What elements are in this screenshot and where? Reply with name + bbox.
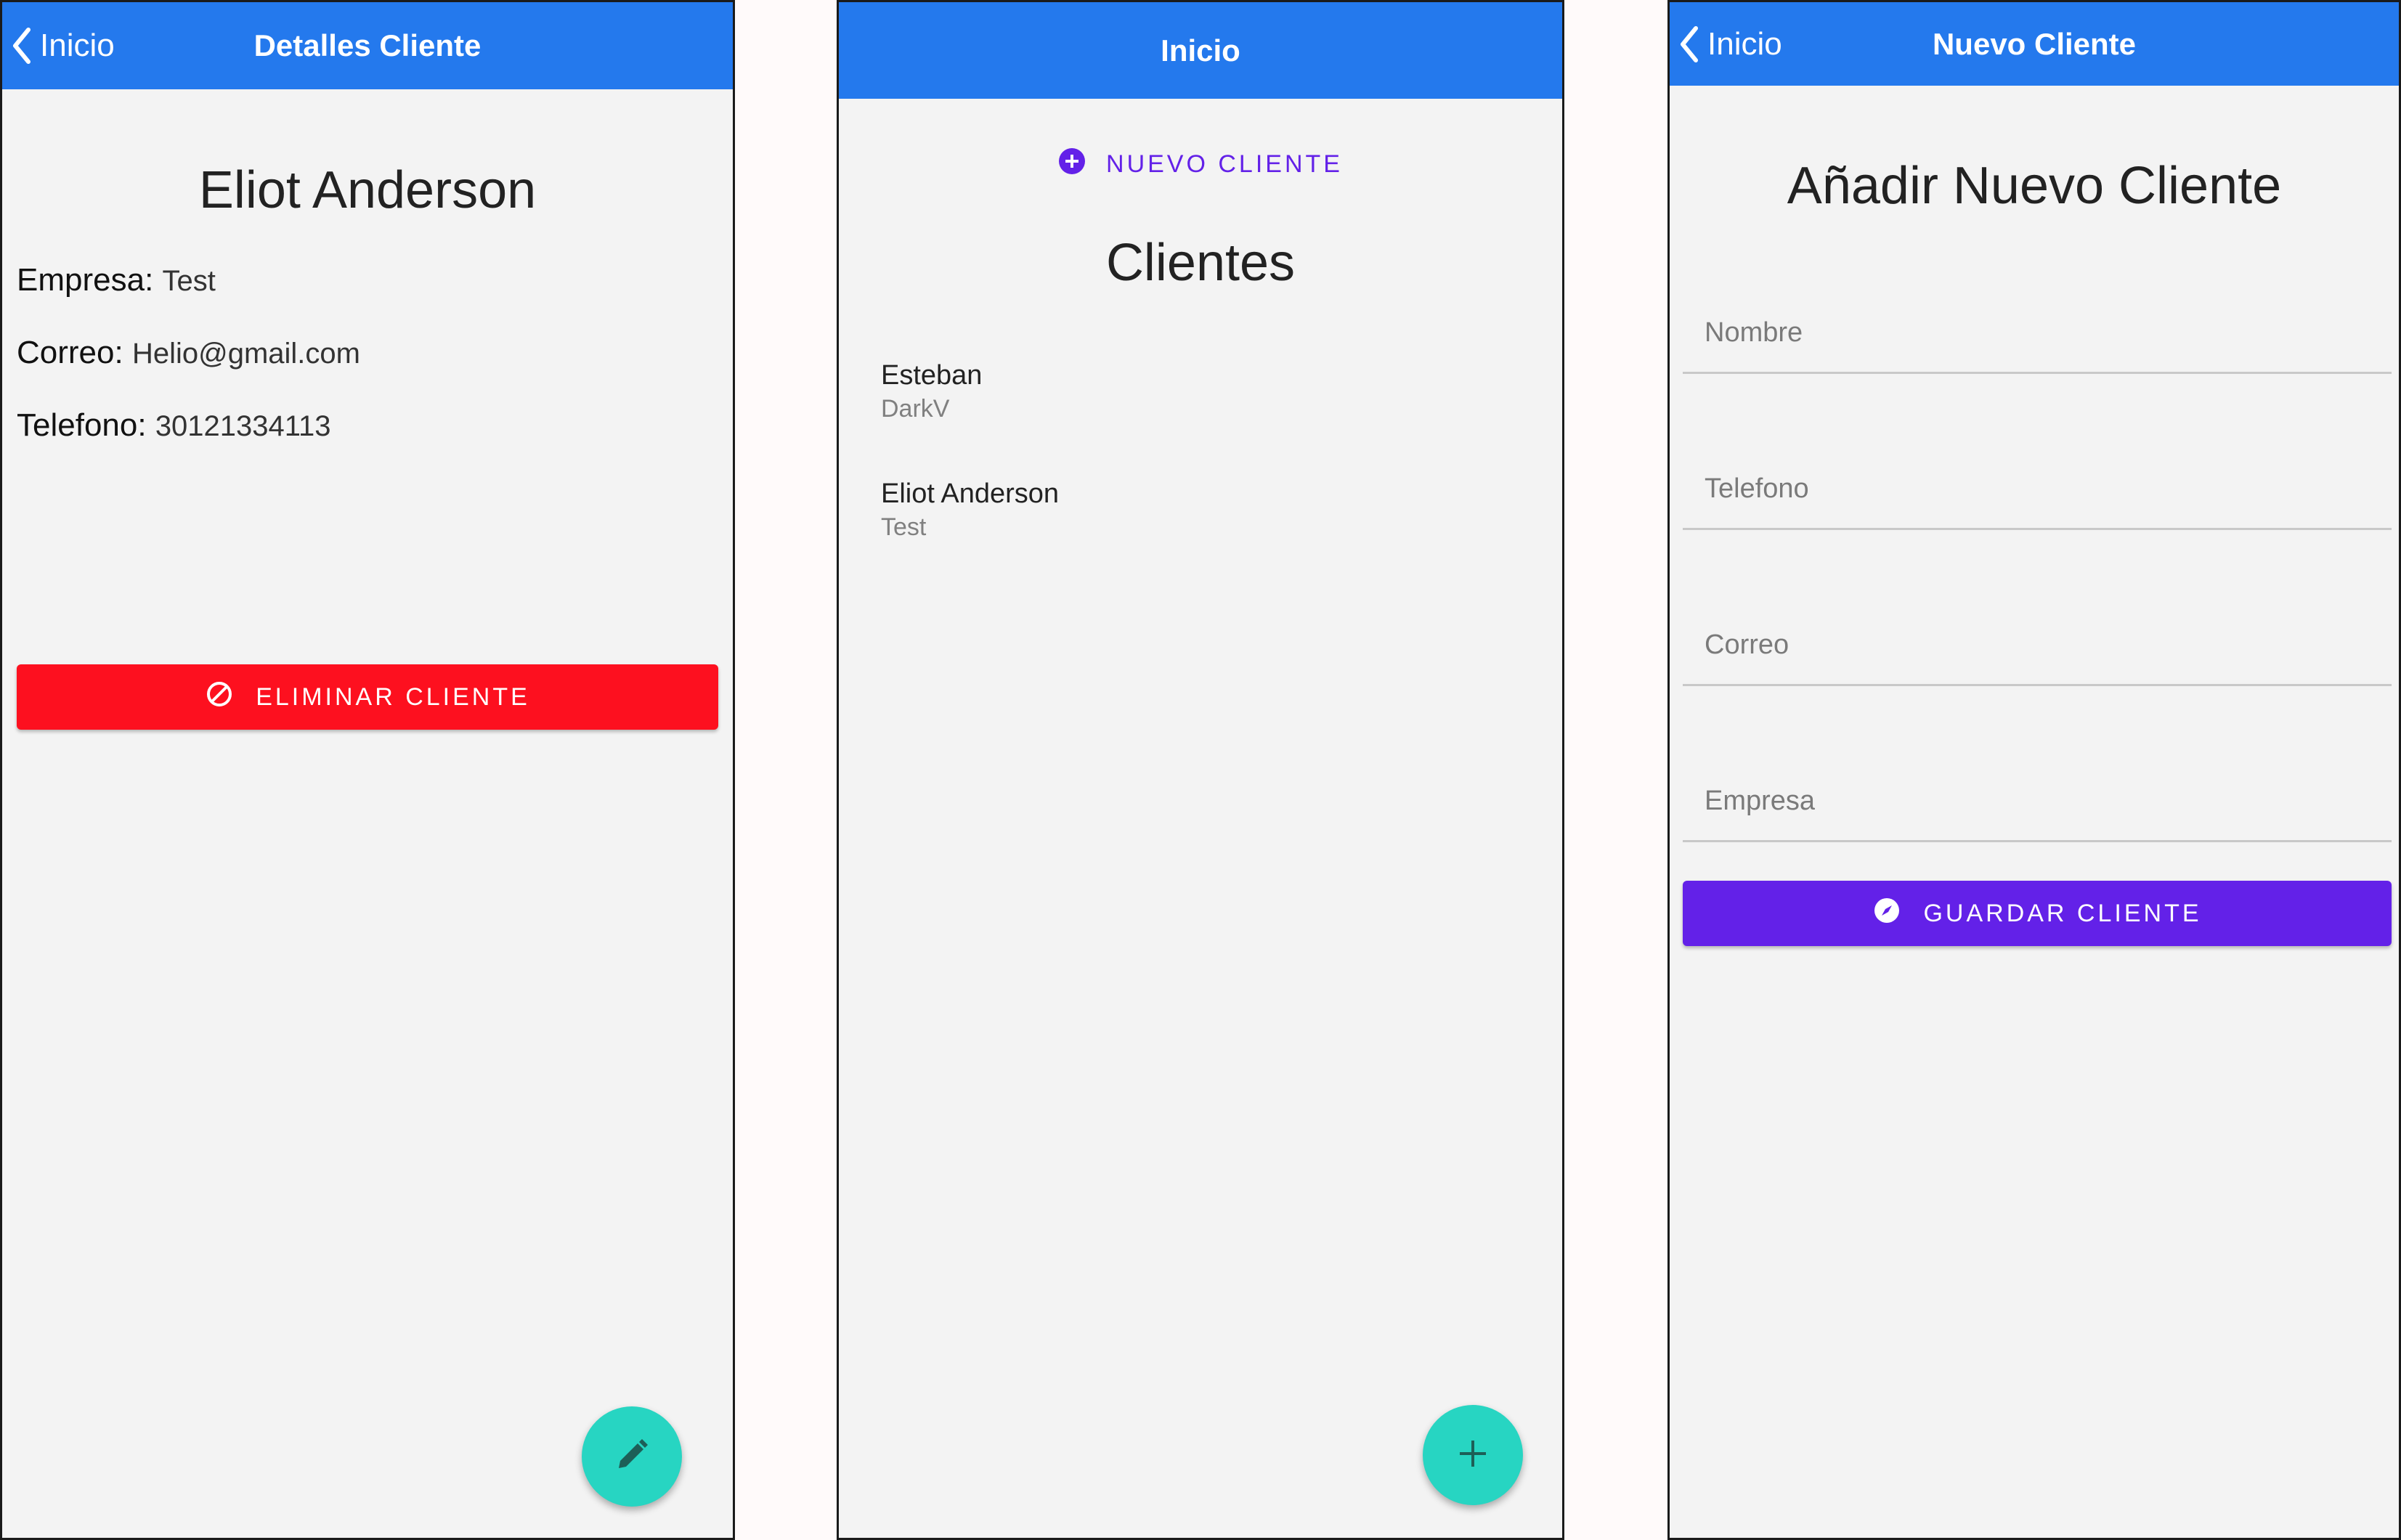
plus-circle-icon: [1058, 147, 1086, 182]
pencil-icon: [613, 1436, 651, 1478]
name-input[interactable]: [1705, 317, 2377, 349]
save-client-button[interactable]: GUARDAR CLIENTE: [1683, 881, 2392, 946]
client-name: Esteban: [881, 360, 983, 391]
back-button[interactable]: Inicio: [11, 2, 115, 89]
back-label: Inicio: [40, 28, 115, 63]
chevron-left-icon: [1678, 25, 1700, 63]
company-value: Test: [162, 265, 216, 297]
navbar: Inicio Detalles Cliente: [2, 2, 733, 89]
delete-client-button[interactable]: ELIMINAR CLIENTE: [17, 664, 718, 730]
home-screen: Inicio NUEVO CLIENTE Clientes Esteban Da…: [837, 0, 1564, 1540]
email-input[interactable]: [1705, 630, 2377, 661]
back-label: Inicio: [1707, 25, 1782, 62]
new-client-link[interactable]: NUEVO CLIENTE: [839, 147, 1562, 182]
detail-row-company: Empresa: Test: [17, 262, 216, 298]
page-title: Clientes: [1105, 234, 1296, 292]
phone-label: Telefono:: [17, 407, 147, 443]
edit-fab[interactable]: [582, 1406, 682, 1507]
company-input[interactable]: [1705, 786, 2377, 817]
save-client-label: GUARDAR CLIENTE: [1923, 899, 2202, 927]
compass-icon: [1872, 896, 1901, 932]
client-detail-screen: Inicio Detalles Cliente Eliot Anderson E…: [0, 0, 735, 1540]
plus-icon: [1457, 1438, 1489, 1473]
navbar: Inicio Nuevo Cliente: [1670, 2, 2399, 86]
new-client-screen: Inicio Nuevo Cliente Añadir Nuevo Client…: [1667, 0, 2401, 1540]
company-field: [1683, 741, 2392, 842]
client-name: Eliot Anderson: [881, 478, 1060, 509]
page-title: Añadir Nuevo Cliente: [1787, 157, 2282, 215]
list-item[interactable]: Eliot Anderson Test: [881, 476, 1533, 543]
detail-row-phone: Telefono: 30121334113: [17, 407, 331, 444]
detail-row-email: Correo: Helio@gmail.com: [17, 335, 360, 371]
phone-field: [1683, 428, 2392, 530]
company-label: Empresa:: [17, 262, 154, 298]
email-field: [1683, 584, 2392, 686]
block-icon: [205, 680, 234, 715]
email-label: Correo:: [17, 335, 123, 370]
chevron-left-icon: [11, 27, 33, 65]
client-company: Test: [881, 513, 927, 541]
navbar: Inicio: [839, 2, 1562, 99]
name-field: [1683, 272, 2392, 374]
new-client-label: NUEVO CLIENTE: [1106, 150, 1343, 178]
add-client-fab[interactable]: [1423, 1405, 1523, 1505]
client-name-heading: Eliot Anderson: [198, 161, 537, 219]
email-value: Helio@gmail.com: [131, 338, 360, 370]
client-company: DarkV: [881, 395, 950, 423]
phone-input[interactable]: [1705, 473, 2377, 505]
phone-value: 30121334113: [155, 410, 331, 442]
delete-client-label: ELIMINAR CLIENTE: [256, 683, 530, 711]
back-button[interactable]: Inicio: [1678, 2, 1782, 86]
list-item[interactable]: Esteban DarkV: [881, 358, 1533, 425]
nav-title: Inicio: [1161, 33, 1240, 68]
